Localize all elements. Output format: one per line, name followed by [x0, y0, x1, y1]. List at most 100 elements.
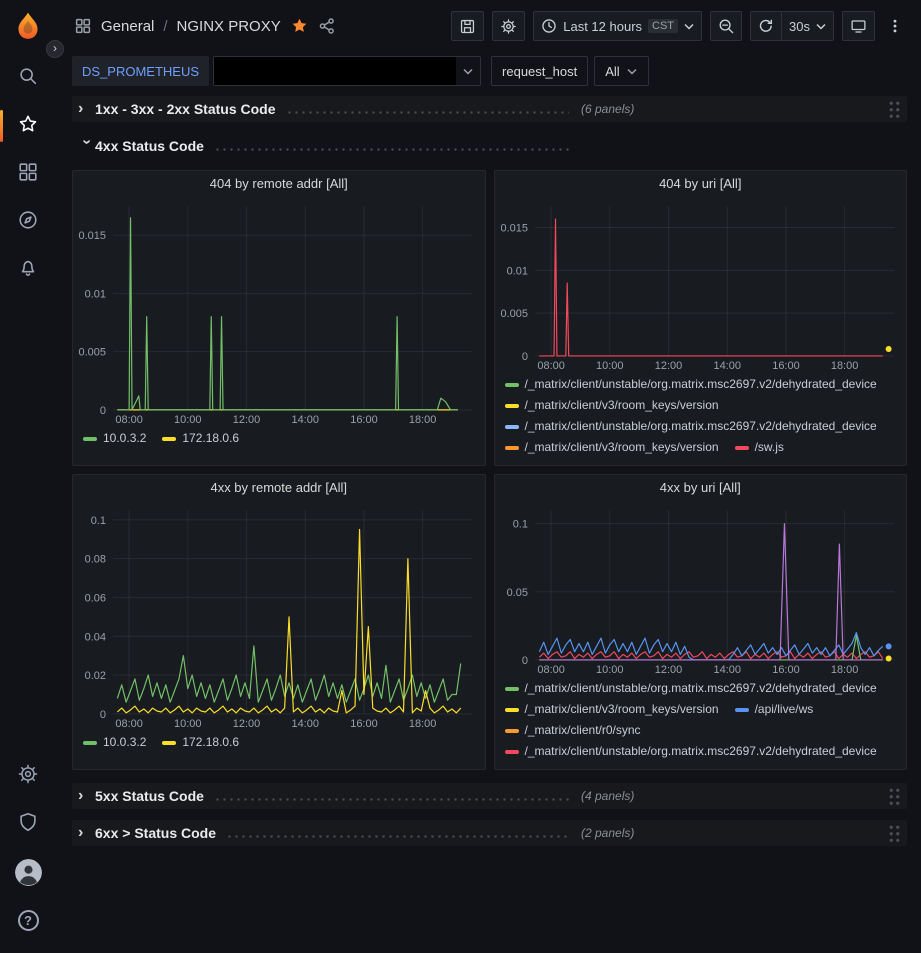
breadcrumb-section[interactable]: General [101, 18, 154, 35]
svg-text:0: 0 [100, 709, 106, 721]
svg-text:0.1: 0.1 [512, 519, 527, 531]
row-panel-count: (6 panels) [581, 102, 634, 116]
legend-label: /_matrix/client/unstable/org.matrix.msc2… [525, 418, 877, 435]
time-series-chart[interactable]: 08:0010:0012:0014:0016:0018:0000.050.1 [495, 501, 907, 677]
row-leader-dots [214, 798, 569, 801]
panel-legend: 10.0.3.2 172.18.0.6 [73, 731, 485, 769]
svg-text:0.02: 0.02 [85, 670, 106, 682]
row-title: 6xx > Status Code [95, 825, 216, 841]
sidebar-item-explore[interactable] [0, 205, 56, 239]
panel-4xx-by-uri: 4xx by uri [All] 08:0010:0012:0014:0016:… [494, 474, 908, 770]
legend-item[interactable]: /_matrix/client/v3/room_keys/version [505, 701, 719, 718]
chevron-down-icon [816, 23, 826, 30]
svg-text:0.015: 0.015 [79, 230, 106, 242]
legend-item[interactable]: /_matrix/client/unstable/org.matrix.msc2… [505, 376, 877, 393]
legend-item[interactable]: 10.0.3.2 [83, 734, 146, 751]
sidebar-item-search[interactable] [0, 61, 56, 95]
legend-label: /_matrix/client/unstable/org.matrix.msc2… [525, 376, 877, 393]
legend-swatch [505, 687, 519, 691]
dashboard-settings-button[interactable] [492, 11, 525, 41]
datasource-variable-select[interactable] [213, 56, 481, 86]
sidebar-item-server-admin[interactable] [0, 807, 56, 841]
sidebar-item-settings[interactable] [0, 759, 56, 793]
svg-text:08:00: 08:00 [537, 360, 564, 372]
time-range-picker[interactable]: Last 12 hours CST [533, 11, 702, 41]
legend-label: /_matrix/client/v3/room_keys/version [525, 439, 719, 456]
row-4xx[interactable]: › 4xx Status Code [72, 133, 907, 159]
legend-item[interactable]: 172.18.0.6 [162, 430, 239, 447]
legend-label: /sw.js [755, 439, 784, 456]
row-drag-handle[interactable] [888, 787, 901, 806]
sidebar-item-dashboards[interactable] [0, 157, 56, 191]
datasource-variable-label[interactable]: DS_PROMETHEUS [72, 56, 209, 86]
legend-swatch [162, 741, 176, 745]
panel-404-by-remote-addr: 404 by remote addr [All] 08:0010:0012:00… [72, 170, 486, 466]
sidebar-item-alerting[interactable] [0, 253, 56, 287]
legend-item[interactable]: 10.0.3.2 [83, 430, 146, 447]
request-host-variable-label[interactable]: request_host [491, 56, 588, 86]
sidebar-item-starred[interactable] [0, 109, 56, 143]
save-button[interactable] [451, 11, 484, 41]
legend-item[interactable]: /_matrix/client/unstable/org.matrix.msc2… [505, 743, 877, 760]
request-host-variable-select[interactable]: All [594, 56, 648, 86]
legend-item[interactable]: /_matrix/client/v3/room_keys/version [505, 439, 719, 456]
zoom-out-button[interactable] [710, 11, 742, 41]
legend-item[interactable]: /_matrix/client/v3/room_keys/version [505, 397, 719, 414]
svg-text:10:00: 10:00 [596, 360, 623, 372]
svg-text:0.06: 0.06 [85, 592, 106, 604]
svg-text:0: 0 [521, 655, 527, 667]
svg-text:10:00: 10:00 [596, 664, 623, 676]
svg-text:16:00: 16:00 [772, 664, 799, 676]
row-drag-handle[interactable] [888, 824, 901, 843]
panel-title[interactable]: 4xx by remote addr [All] [73, 475, 485, 501]
legend-item[interactable]: /_matrix/client/unstable/org.matrix.msc2… [505, 418, 877, 435]
legend-swatch [505, 383, 519, 387]
legend-swatch [505, 425, 519, 429]
row-6xx[interactable]: › 6xx > Status Code (2 panels) [72, 820, 907, 846]
legend-swatch [735, 708, 749, 712]
datasource-variable-value [214, 57, 456, 85]
row-panel-count: (4 panels) [581, 789, 634, 803]
share-icon[interactable] [318, 17, 336, 35]
sidebar-item-help[interactable]: ? [0, 903, 56, 937]
sidebar-item-profile[interactable] [0, 855, 56, 889]
panel-legend: 10.0.3.2 172.18.0.6 [73, 427, 485, 465]
legend-item[interactable]: 172.18.0.6 [162, 734, 239, 751]
svg-text:12:00: 12:00 [654, 664, 681, 676]
legend-item[interactable]: /api/live/ws [735, 701, 814, 718]
breadcrumb-dashboard[interactable]: NGINX PROXY [177, 18, 281, 35]
panel-title[interactable]: 4xx by uri [All] [495, 475, 907, 501]
row-leader-dots [226, 835, 569, 838]
svg-text:0.01: 0.01 [85, 288, 106, 300]
row-title: 4xx Status Code [95, 138, 204, 154]
cycle-view-button[interactable] [842, 11, 875, 41]
search-icon [17, 65, 39, 92]
sidebar-expand-button[interactable]: › [46, 40, 64, 58]
svg-text:16:00: 16:00 [350, 414, 377, 426]
time-range-label: Last 12 hours [563, 19, 642, 34]
row-title: 5xx Status Code [95, 788, 204, 804]
favorite-star-icon[interactable] [290, 17, 309, 36]
legend-item[interactable]: /_matrix/client/unstable/org.matrix.msc2… [505, 680, 877, 697]
kebab-menu-button[interactable] [883, 15, 907, 37]
time-series-chart[interactable]: 08:0010:0012:0014:0016:0018:0000.020.040… [73, 501, 485, 731]
bell-icon [17, 257, 39, 284]
panel-title[interactable]: 404 by uri [All] [495, 171, 907, 197]
panel-404-by-uri: 404 by uri [All] 08:0010:0012:0014:0016:… [494, 170, 908, 466]
row-1xx-3xx-2xx[interactable]: › 1xx - 3xx - 2xx Status Code (6 panels) [72, 96, 907, 122]
grafana-logo[interactable] [11, 10, 45, 44]
star-icon [17, 113, 39, 140]
chevron-down-icon: › [78, 139, 96, 156]
refresh-button[interactable] [750, 11, 781, 41]
clock-icon [541, 18, 557, 34]
legend-item[interactable]: /sw.js [735, 439, 784, 456]
legend-swatch [505, 750, 519, 754]
time-series-chart[interactable]: 08:0010:0012:0014:0016:0018:0000.0050.01… [73, 197, 485, 427]
row-5xx[interactable]: › 5xx Status Code (4 panels) [72, 783, 907, 809]
panel-title[interactable]: 404 by remote addr [All] [73, 171, 485, 197]
row-drag-handle[interactable] [888, 100, 901, 119]
time-series-chart[interactable]: 08:0010:0012:0014:0016:0018:0000.0050.01… [495, 197, 907, 373]
refresh-interval-dropdown[interactable]: 30s [781, 11, 834, 41]
svg-text:18:00: 18:00 [830, 664, 857, 676]
legend-item[interactable]: /_matrix/client/r0/sync [505, 722, 641, 739]
